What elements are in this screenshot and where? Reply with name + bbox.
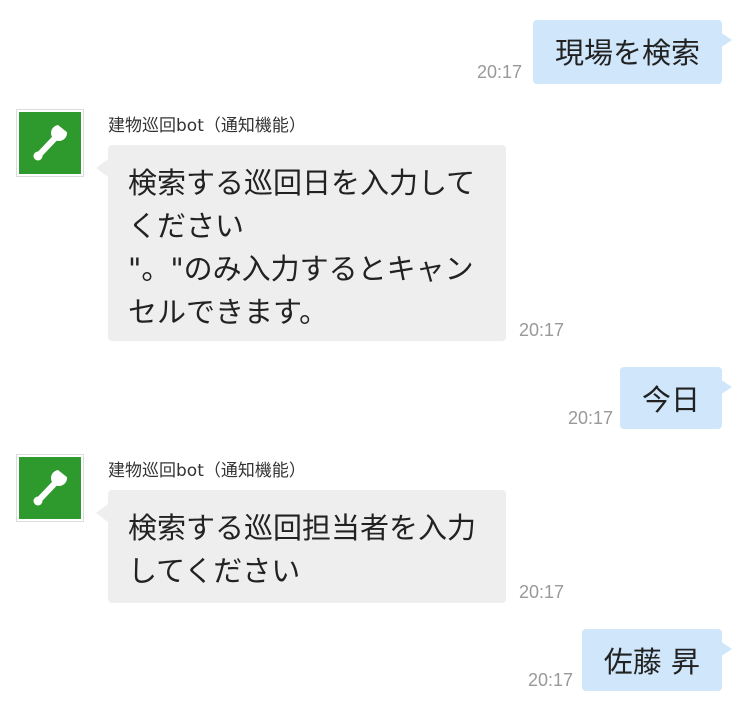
sender-name: 建物巡回bot（通知機能） xyxy=(108,116,306,136)
wrench-icon xyxy=(33,125,68,161)
message-timestamp: 20:17 xyxy=(567,408,613,428)
outgoing-message-bubble[interactable]: 佐藤 昇 xyxy=(581,629,733,691)
message-timestamp: 20:17 xyxy=(519,582,565,602)
outgoing-message-bubble[interactable]: 今日 xyxy=(619,367,733,429)
bot-avatar[interactable] xyxy=(17,455,83,521)
outgoing-message-bubble[interactable]: 現場を検索 xyxy=(532,20,733,84)
message-timestamp: 20:17 xyxy=(476,62,522,82)
message-timestamp: 20:17 xyxy=(519,320,565,340)
incoming-message-bubble[interactable]: 検索する巡回担当者を入力 してください xyxy=(96,490,506,603)
bot-avatar[interactable] xyxy=(17,110,83,176)
message-timestamp: 20:17 xyxy=(527,670,573,690)
wrench-icon xyxy=(33,470,68,506)
incoming-message-bubble[interactable]: 検索する巡回日を入力して ください "。"のみ入力するとキャン セルできます。 xyxy=(96,145,506,341)
sender-name: 建物巡回bot（通知機能） xyxy=(108,461,306,481)
